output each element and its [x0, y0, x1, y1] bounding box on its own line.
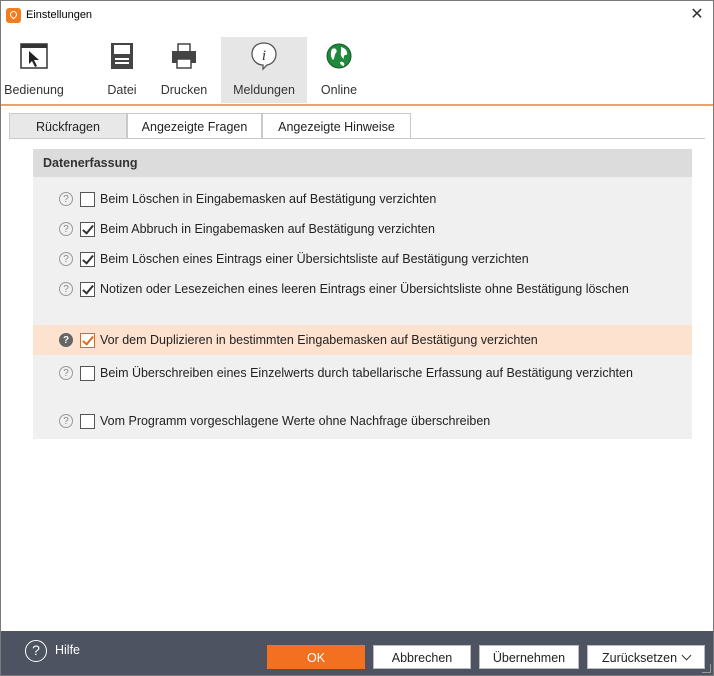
- tab-angezeigte-fragen[interactable]: Angezeigte Fragen: [127, 113, 262, 139]
- tab-angezeigte-hinweise[interactable]: Angezeigte Hinweise: [262, 113, 411, 139]
- option-checkbox[interactable]: [80, 414, 95, 429]
- dialog-footer: ? Hilfe OK Abbrechen Übernehmen Zurückse…: [1, 631, 713, 675]
- category-toolbar: Bedienung Datei Drucken i Meldungen Onli…: [1, 37, 713, 106]
- toolbar-item-meldungen[interactable]: i Meldungen: [221, 37, 307, 103]
- question-help-icon[interactable]: ?: [59, 333, 73, 347]
- option-checkbox[interactable]: [80, 282, 95, 297]
- datenerfassung-panel: Datenerfassung ? Beim Löschen in Eingabe…: [33, 149, 692, 439]
- question-help-icon[interactable]: ?: [59, 282, 73, 296]
- toolbar-label: Bedienung: [4, 83, 64, 97]
- reset-dropdown-button[interactable]: Zurücksetzen: [587, 645, 705, 669]
- question-help-icon[interactable]: ?: [59, 366, 73, 380]
- option-row-highlighted: ? Vor dem Duplizieren in bestimmten Eing…: [33, 325, 692, 355]
- toolbar-item-drucken[interactable]: Drucken: [151, 37, 217, 103]
- option-row: ? Beim Löschen in Eingabemasken auf Best…: [33, 187, 692, 211]
- svg-text:i: i: [262, 48, 266, 64]
- ok-button[interactable]: OK: [267, 645, 365, 669]
- section-title: Datenerfassung: [43, 156, 138, 170]
- question-help-icon[interactable]: ?: [59, 192, 73, 206]
- app-logo-icon: [6, 8, 21, 23]
- option-row: ? Beim Überschreiben eines Einzelwerts d…: [33, 361, 692, 401]
- info-bubble-icon: i: [251, 42, 277, 71]
- question-help-icon[interactable]: ?: [59, 222, 73, 236]
- floppy-disk-icon: [111, 43, 133, 69]
- option-checkbox[interactable]: [80, 192, 95, 207]
- title-bar: Einstellungen ✕: [1, 1, 713, 31]
- option-row: ? Notizen oder Lesezeichen eines leeren …: [33, 277, 692, 317]
- option-row: ? Beim Löschen eines Eintrags einer Über…: [33, 247, 692, 271]
- chevron-down-icon: [681, 650, 692, 661]
- toolbar-item-datei[interactable]: Datei: [97, 37, 147, 103]
- question-help-icon[interactable]: ?: [59, 252, 73, 266]
- toolbar-item-bedienung[interactable]: Bedienung: [1, 37, 67, 103]
- settings-window: Einstellungen ✕ Bedienung Datei Drucken …: [0, 0, 714, 676]
- apply-button[interactable]: Übernehmen: [479, 645, 579, 669]
- option-label: Beim Löschen eines Eintrags einer Übersi…: [100, 252, 529, 266]
- tab-rueckfragen[interactable]: Rückfragen: [9, 113, 127, 139]
- option-label: Notizen oder Lesezeichen eines leeren Ei…: [100, 282, 629, 296]
- option-row: ? Beim Abbruch in Eingabemasken auf Best…: [33, 217, 692, 241]
- globe-icon: [326, 43, 352, 69]
- tab-divider: [9, 138, 705, 139]
- window-title: Einstellungen: [26, 9, 93, 21]
- question-help-icon[interactable]: ?: [59, 414, 73, 428]
- option-label: Beim Abbruch in Eingabemasken auf Bestät…: [100, 222, 435, 236]
- option-label: Vor dem Duplizieren in bestimmten Eingab…: [100, 333, 538, 347]
- question-circle-icon: ?: [25, 640, 47, 662]
- option-checkbox[interactable]: [80, 366, 95, 381]
- option-checkbox[interactable]: [80, 222, 95, 237]
- cancel-button[interactable]: Abbrechen: [373, 645, 471, 669]
- toolbar-label: Online: [320, 83, 358, 97]
- toolbar-item-online[interactable]: Online: [311, 37, 367, 103]
- section-header: Datenerfassung: [33, 149, 692, 177]
- resize-grip-icon[interactable]: [702, 664, 711, 673]
- option-label: Beim Überschreiben eines Einzelwerts dur…: [100, 366, 633, 380]
- printer-icon: [172, 43, 196, 69]
- option-label: Beim Löschen in Eingabemasken auf Bestät…: [100, 192, 437, 206]
- help-label: Hilfe: [55, 643, 81, 657]
- option-checkbox[interactable]: [80, 252, 95, 267]
- option-checkbox[interactable]: [80, 333, 95, 348]
- toolbar-label: Datei: [107, 83, 137, 97]
- toolbar-label: Meldungen: [233, 83, 295, 97]
- option-label: Vom Programm vorgeschlagene Werte ohne N…: [100, 414, 491, 428]
- cursor-window-icon: [20, 43, 48, 69]
- close-button[interactable]: ✕: [687, 5, 707, 25]
- toolbar-label: Drucken: [160, 83, 208, 97]
- option-row: ? Vom Programm vorgeschlagene Werte ohne…: [33, 409, 692, 433]
- reset-label: Zurücksetzen: [601, 651, 678, 665]
